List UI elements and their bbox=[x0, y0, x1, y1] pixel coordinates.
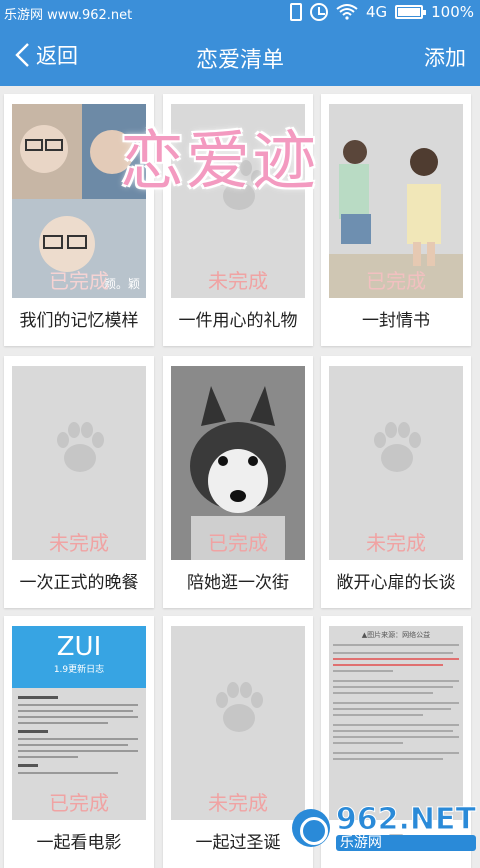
status-badge: 未完成 bbox=[171, 265, 305, 294]
watermark-small: 乐游网 bbox=[336, 835, 476, 851]
card-photo: 未完成 bbox=[329, 366, 463, 560]
page-title: 恋爱清单 bbox=[0, 42, 480, 74]
card-label: 陪她逛一次街 bbox=[163, 568, 313, 593]
title-bar: 返回 恋爱清单 添加 bbox=[0, 28, 480, 86]
site-watermark-text: 乐游网 www.962.net bbox=[4, 4, 132, 23]
card-label: 一次正式的晚餐 bbox=[4, 568, 154, 593]
list-item[interactable]: ZUI 1.9更新日志 已完成 一起看电影 bbox=[4, 616, 154, 868]
battery-percent: 100% bbox=[431, 3, 474, 21]
paw-icon bbox=[367, 418, 427, 478]
vibrate-icon bbox=[290, 3, 302, 21]
photo-text-lines bbox=[329, 626, 463, 820]
card-photo: ▲图片来源：网络公益 bbox=[329, 626, 463, 820]
card-label: 我们的记忆模样 bbox=[4, 306, 154, 331]
status-badge: 已完成 bbox=[329, 265, 463, 294]
watermark-logo-icon bbox=[292, 809, 330, 847]
app-logo-overlay: 恋爱迹 bbox=[120, 110, 318, 202]
status-badge: 未完成 bbox=[171, 787, 305, 816]
site-watermark: 962.NET 乐游网 bbox=[292, 805, 476, 851]
card-label: 一起看电影 bbox=[4, 828, 154, 853]
status-badge: 已完成 bbox=[171, 527, 305, 556]
status-badge: 已完成 bbox=[12, 265, 146, 294]
card-photo: 未完成 bbox=[171, 626, 305, 820]
paw-icon bbox=[50, 418, 110, 478]
card-label: 一封情书 bbox=[321, 306, 471, 331]
battery-icon bbox=[395, 5, 423, 19]
card-label: 一起过圣诞 bbox=[163, 828, 313, 853]
list-item[interactable]: 未完成 一起过圣诞 bbox=[163, 616, 313, 868]
status-badge: 已完成 bbox=[12, 787, 146, 816]
list-item[interactable]: 已完成 一封情书 bbox=[321, 94, 471, 346]
list-item[interactable]: 未完成 敞开心扉的长谈 bbox=[321, 356, 471, 608]
status-badge: 未完成 bbox=[329, 527, 463, 556]
list-item[interactable]: 已完成 陪她逛一次街 bbox=[163, 356, 313, 608]
add-button[interactable]: 添加 bbox=[424, 42, 466, 72]
card-photo: 已完成 bbox=[329, 104, 463, 298]
card-label: 一件用心的礼物 bbox=[163, 306, 313, 331]
card-photo: ZUI 1.9更新日志 已完成 bbox=[12, 626, 146, 820]
paw-icon bbox=[209, 678, 269, 738]
status-bar: 乐游网 www.962.net 4G 100% bbox=[0, 0, 480, 28]
alarm-icon bbox=[310, 3, 328, 21]
watermark-big: 962.NET bbox=[336, 805, 476, 835]
list-item[interactable]: 未完成 一次正式的晚餐 bbox=[4, 356, 154, 608]
watermark-text: 962.NET 乐游网 bbox=[336, 805, 476, 851]
card-photo: 未完成 bbox=[12, 366, 146, 560]
status-badge: 未完成 bbox=[12, 527, 146, 556]
wifi-icon bbox=[336, 4, 358, 20]
network-type: 4G bbox=[366, 3, 387, 21]
card-photo: 已完成 bbox=[171, 366, 305, 560]
card-label: 敞开心扉的长谈 bbox=[321, 568, 471, 593]
